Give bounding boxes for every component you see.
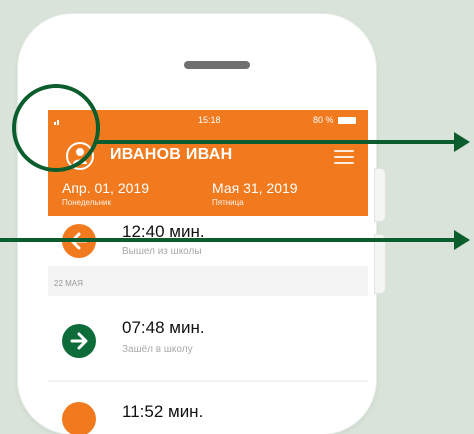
annotation-arrowhead-icon (454, 230, 470, 250)
entry-description: Вышел из школы (122, 246, 202, 257)
entry-time: 07:48 мин. (122, 318, 205, 337)
phone-speaker (184, 61, 250, 69)
list-item[interactable]: 11:52 мин. (48, 382, 368, 434)
date-to[interactable]: Мая 31, 2019 (212, 180, 298, 196)
day-separator-label: 22 МАЯ (54, 279, 83, 288)
status-battery: 80 % (313, 115, 356, 125)
user-name: ИВАНОВ ИВАН (110, 146, 233, 163)
phone-side-button (374, 234, 386, 294)
app-screen: 15:18 80 % ИВАНОВ ИВАН Апр. 01, 2019 Пон… (48, 110, 368, 434)
day-to: Пятница (212, 198, 244, 207)
annotation-line (0, 238, 460, 242)
annotation-line (96, 140, 460, 144)
exit-arrow-icon (62, 402, 96, 434)
enter-arrow-icon (62, 324, 96, 358)
menu-icon[interactable] (334, 150, 354, 168)
phone-side-button (374, 168, 386, 222)
day-separator: 22 МАЯ (48, 270, 368, 296)
entry-description: Зашёл в школу (122, 344, 193, 355)
status-time: 15:18 (198, 115, 221, 125)
annotation-arrowhead-icon (454, 132, 470, 152)
list-item[interactable]: 07:48 мин. Зашёл в школу (48, 296, 368, 380)
day-from: Понедельник (62, 198, 111, 207)
battery-icon (338, 117, 356, 125)
date-from[interactable]: Апр. 01, 2019 (62, 180, 149, 196)
phone-frame: 15:18 80 % ИВАНОВ ИВАН Апр. 01, 2019 Пон… (18, 14, 376, 434)
annotation-circle (12, 84, 100, 172)
entry-time: 11:52 мин. (122, 402, 204, 421)
battery-level: 80 % (312, 115, 334, 125)
